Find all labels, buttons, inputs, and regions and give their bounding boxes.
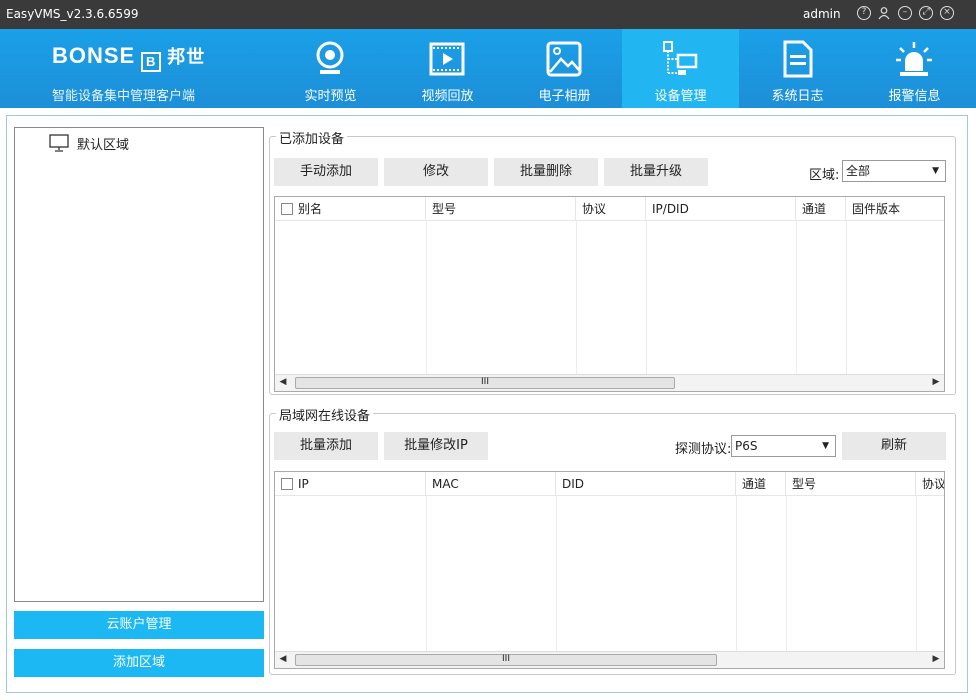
brand-logo-cn: 邦世 [167, 47, 206, 67]
scroll-left-icon[interactable]: ◀ [277, 377, 289, 387]
video-play-icon [429, 42, 465, 76]
dropdown-arrow-icon: ▼ [932, 166, 939, 176]
protocol-select-value: P6S [735, 439, 758, 453]
table-header: 别名 型号 协议 IP/DID 通道 固件版本 [275, 197, 944, 221]
scroll-right-icon[interactable]: ▶ [930, 377, 942, 387]
lan-devices-title: 局域网在线设备 [276, 405, 374, 424]
protocol-label: 探测协议: [675, 442, 732, 457]
column-divider [426, 496, 427, 652]
added-devices-title: 已添加设备 [276, 128, 348, 147]
column-firmware[interactable]: 固件版本 [846, 197, 944, 221]
column-divider [646, 221, 647, 375]
column-divider [846, 221, 847, 375]
batch-upgrade-button[interactable]: 批量升级 [604, 158, 708, 186]
tree-node-label: 默认区域 [77, 138, 130, 153]
horizontal-scrollbar[interactable]: ◀ III ▶ [275, 651, 944, 668]
column-label: IP [298, 477, 309, 491]
column-ip-did[interactable]: IP/DID [646, 197, 796, 221]
column-divider [576, 221, 577, 375]
scroll-thumb[interactable]: III [295, 377, 675, 389]
area-select-value: 全部 [846, 164, 871, 178]
title-bar: EasyVMS_v2.3.6.6599 admin ? – ⤢ × [0, 0, 976, 29]
column-model[interactable]: 型号 [786, 472, 916, 496]
column-divider [556, 496, 557, 652]
horizontal-scrollbar[interactable]: ◀ III ▶ [275, 374, 944, 391]
app-title: EasyVMS_v2.3.6.6599 [6, 7, 139, 21]
batch-add-button[interactable]: 批量添加 [274, 432, 378, 460]
current-user[interactable]: admin [803, 7, 841, 21]
brand-logo: BONSE B 邦世 [52, 43, 205, 72]
monitor-icon [49, 134, 69, 152]
area-select[interactable]: 全部 ▼ [842, 160, 946, 182]
scroll-left-icon[interactable]: ◀ [277, 654, 289, 664]
user-icon[interactable] [877, 6, 891, 20]
nav-label: 系统日志 [771, 89, 824, 104]
protocol-select[interactable]: P6S ▼ [731, 435, 836, 457]
minimize-icon[interactable]: – [898, 6, 912, 20]
batch-delete-button[interactable]: 批量删除 [494, 158, 598, 186]
column-did[interactable]: DID [556, 472, 736, 496]
select-all-checkbox[interactable] [281, 478, 293, 490]
device-management-icon [663, 41, 698, 75]
nav-video-playback[interactable]: 视频回放 [389, 29, 506, 108]
close-icon[interactable]: × [940, 6, 954, 20]
nav-live-preview[interactable]: 实时预览 [272, 29, 389, 108]
column-divider [916, 496, 917, 652]
area-tree[interactable]: 默认区域 [14, 127, 264, 602]
manual-add-button[interactable]: 手动添加 [274, 158, 378, 186]
add-area-button[interactable]: 添加区域 [14, 649, 264, 677]
alarm-light-icon [896, 42, 932, 76]
column-protocol[interactable]: 协议 [576, 197, 646, 221]
column-channel[interactable]: 通道 [736, 472, 786, 496]
nav-system-log[interactable]: 系统日志 [739, 29, 856, 108]
nav-device-management[interactable]: 设备管理 [622, 29, 739, 108]
brand-mark: B [141, 52, 162, 72]
dropdown-arrow-icon: ▼ [822, 441, 829, 451]
help-icon[interactable]: ? [857, 6, 871, 20]
select-all-checkbox[interactable] [281, 203, 293, 215]
nav-label: 视频回放 [421, 89, 474, 104]
nav-label: 电子相册 [538, 89, 591, 104]
tree-node-default-area[interactable]: 默认区域 [49, 134, 129, 153]
nav-label: 报警信息 [888, 89, 941, 104]
column-protocol[interactable]: 协议 [916, 472, 944, 496]
modify-button[interactable]: 修改 [384, 158, 488, 186]
app-header: BONSE B 邦世 智能设备集中管理客户端 实时预览 视频回放 电子相册 设备… [0, 29, 976, 108]
column-divider [736, 496, 737, 652]
column-label: 别名 [298, 202, 323, 216]
added-devices-table[interactable]: 别名 型号 协议 IP/DID 通道 固件版本 ◀ III ▶ [274, 196, 945, 392]
column-model[interactable]: 型号 [426, 197, 576, 221]
area-label: 区域: [809, 168, 840, 183]
brand-logo-text: BONSE [52, 43, 136, 68]
nav-label: 实时预览 [304, 89, 357, 104]
batch-modify-ip-button[interactable]: 批量修改IP [384, 432, 488, 460]
column-channel[interactable]: 通道 [796, 197, 846, 221]
nav-label: 设备管理 [654, 89, 707, 104]
nav-alarm-info[interactable]: 报警信息 [856, 29, 973, 108]
column-alias[interactable]: 别名 [275, 197, 426, 221]
table-header: IP MAC DID 通道 型号 协议 [275, 472, 944, 496]
column-divider [426, 221, 427, 375]
photo-album-icon [546, 41, 582, 77]
scroll-right-icon[interactable]: ▶ [930, 654, 942, 664]
nav-photo-album[interactable]: 电子相册 [506, 29, 623, 108]
app-subtitle: 智能设备集中管理客户端 [52, 89, 196, 104]
column-ip[interactable]: IP [275, 472, 426, 496]
cloud-account-button[interactable]: 云账户管理 [14, 611, 264, 639]
lan-devices-table[interactable]: IP MAC DID 通道 型号 协议 ◀ III ▶ [274, 471, 945, 669]
column-divider [786, 496, 787, 652]
scroll-thumb[interactable]: III [295, 654, 717, 666]
column-divider [796, 221, 797, 375]
refresh-button[interactable]: 刷新 [842, 432, 946, 460]
document-icon [783, 40, 813, 78]
column-mac[interactable]: MAC [426, 472, 556, 496]
camera-icon [316, 41, 344, 74]
restore-icon[interactable]: ⤢ [919, 6, 933, 20]
